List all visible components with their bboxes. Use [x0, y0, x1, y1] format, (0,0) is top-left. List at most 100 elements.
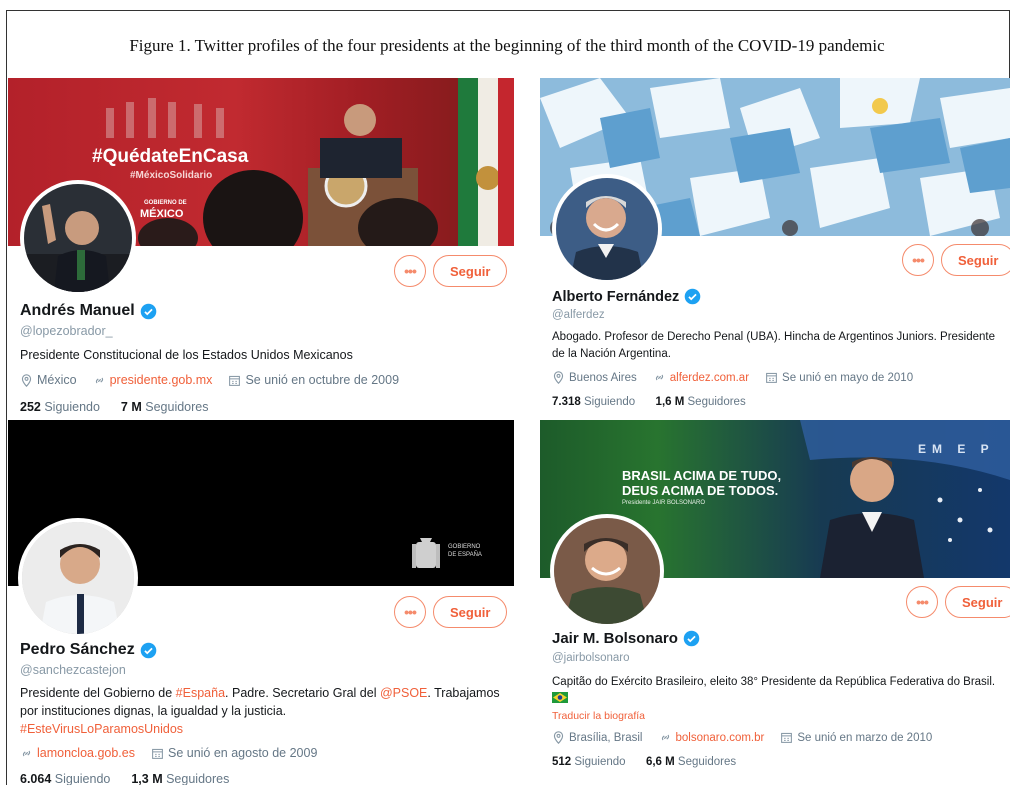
follow-button[interactable]: Seguir	[945, 586, 1010, 618]
followers-count: 1,6 M	[655, 396, 685, 408]
followers-link[interactable]: 6,6 M Seguidores	[646, 756, 736, 768]
following-label: Siguiendo	[583, 396, 636, 408]
following-link[interactable]: 7.318 Siguiendo	[552, 396, 635, 408]
verified-badge-icon	[140, 303, 156, 319]
website-link[interactable]: alferdez.com.ar	[670, 372, 749, 384]
bio-line-1: Abogado. Profesor de Derecho Penal (UBA)…	[552, 331, 996, 343]
calendar-icon	[229, 375, 241, 386]
profile-stats: 252 Siguiendo 7 M Seguidores	[20, 400, 209, 414]
handle: @jairbolsonaro	[552, 652, 630, 664]
location-icon	[553, 371, 564, 384]
avatar[interactable]	[20, 180, 136, 296]
location-icon	[553, 731, 564, 744]
profile-card-sanchezcastejon: GOBIERNO DE ESPAÑA ••• Seguir Pedro Sánc…	[8, 420, 514, 785]
handle: @sanchezcastejon	[20, 663, 126, 677]
translate-bio-link[interactable]: Traducir la biografía	[552, 710, 645, 722]
bio: Abogado. Profesor de Derecho Penal (UBA)…	[552, 329, 1010, 363]
hashtag-espana-link[interactable]: #España	[176, 686, 225, 700]
followers-link[interactable]: 7 M Seguidores	[121, 400, 209, 414]
link-icon	[22, 750, 31, 756]
avatar[interactable]	[550, 514, 664, 628]
website-link[interactable]: presidente.gob.mx	[110, 373, 213, 387]
banner-gov-small: GOBIERNO DE	[144, 200, 187, 206]
calendar-icon	[766, 372, 777, 383]
avatar[interactable]	[18, 518, 138, 638]
joined-date: Se unió en marzo de 2010	[797, 731, 933, 744]
verified-badge-icon	[683, 630, 700, 647]
banner-gov-line-2: DE ESPAÑA	[448, 552, 482, 558]
banner-slogan-line-2: DEUS ACIMA DE TODOS.	[622, 483, 779, 498]
following-label: Siguiendo	[574, 756, 626, 768]
verified-badge-icon	[140, 642, 156, 658]
followers-label: Seguidores	[166, 772, 230, 785]
following-count: 7.318	[552, 396, 581, 408]
avatar-photo	[556, 178, 658, 280]
link-icon	[655, 374, 663, 381]
mention-psoe-link[interactable]: @PSOE	[380, 686, 427, 700]
display-name: Jair M. Bolsonaro	[552, 630, 700, 647]
profile-stats: 7.318 Siguiendo 1,6 M Seguidores	[552, 396, 746, 408]
brazil-flag-icon	[552, 692, 568, 703]
profile-card-jairbolsonaro: BRASIL ACIMA DE TUDO, DEUS ACIMA DE TODO…	[540, 420, 1010, 785]
handle: @lopezobrador_	[20, 324, 113, 338]
bio-line-2: por instituciones dignas, la igualdad y …	[20, 704, 287, 718]
display-name-text: Andrés Manuel	[20, 302, 135, 319]
profile-meta: Brasília, Brasil bolsonaro.com.br Se uni…	[552, 731, 932, 744]
bio-text: Presidente del Gobierno de	[20, 686, 176, 700]
following-link[interactable]: 512 Siguiendo	[552, 756, 626, 768]
bio-line-1: Presidente del Gobierno de #España. Padr…	[20, 684, 504, 702]
link-icon	[661, 734, 669, 741]
following-count: 252	[20, 400, 41, 414]
joined-date: Se unió en octubre de 2009	[245, 373, 400, 387]
follow-button[interactable]: Seguir	[433, 596, 508, 628]
followers-label: Seguidores	[677, 756, 737, 768]
followers-label: Seguidores	[145, 400, 209, 414]
follow-button[interactable]: Seguir	[433, 255, 508, 287]
more-options-button[interactable]: •••	[394, 255, 426, 287]
avatar[interactable]	[552, 174, 662, 284]
following-link[interactable]: 252 Siguiendo	[20, 400, 100, 414]
display-name: Pedro Sánchez	[20, 641, 157, 659]
avatar-photo	[24, 184, 132, 292]
profile-stats: 6.064 Siguiendo 1,3 M Seguidores	[20, 772, 229, 785]
profile-meta: México presidente.gob.mx Se unió en octu…	[20, 373, 399, 387]
bio: Presidente del Gobierno de #España. Padr…	[20, 684, 504, 738]
more-options-button[interactable]: •••	[906, 586, 938, 618]
display-name: Andrés Manuel	[20, 302, 157, 320]
figure-caption: Figure 1. Twitter profiles of the four p…	[129, 36, 885, 55]
display-name-text: Jair M. Bolsonaro	[552, 630, 678, 647]
followers-count: 1,3 M	[131, 772, 163, 785]
website-link[interactable]: bolsonaro.com.br	[676, 732, 765, 744]
following-count: 512	[552, 756, 572, 768]
following-label: Siguiendo	[54, 772, 111, 785]
more-options-button[interactable]: •••	[394, 596, 426, 628]
location-text: México	[37, 373, 77, 387]
followers-link[interactable]: 1,3 M Seguidores	[131, 772, 229, 785]
following-link[interactable]: 6.064 Siguiendo	[20, 772, 110, 785]
banner-subtag: #MéxicoSolidario	[130, 170, 213, 181]
banner-hashtag: #QuédateEnCasa	[92, 146, 249, 167]
profile-card-alferdez: ••• Seguir Alberto Fernández @alferdez A…	[540, 78, 1010, 420]
coat-of-arms-icon	[412, 538, 440, 568]
verified-badge-icon	[685, 288, 701, 305]
banner-gov-line-1: GOBIERNO	[448, 544, 481, 550]
display-name: Alberto Fernández	[552, 288, 701, 305]
bio-text: . Trabajamos	[427, 686, 500, 700]
bio-text: . Padre. Secretario Gral del	[225, 686, 380, 700]
follow-button[interactable]: Seguir	[941, 244, 1010, 276]
bio: Capitão do Exército Brasileiro, eleito 3…	[552, 676, 996, 688]
hashtag-campaign-link[interactable]: #EsteVirusLoParamosUnidos	[20, 720, 504, 738]
followers-link[interactable]: 1,6 M Seguidores	[656, 396, 746, 408]
website-link[interactable]: lamoncloa.gob.es	[37, 746, 135, 760]
profile-meta: lamoncloa.gob.es Se unió en agosto de 20…	[20, 746, 317, 760]
followers-count: 6,6 M	[645, 756, 675, 768]
display-name-text: Pedro Sánchez	[20, 641, 135, 658]
more-options-button[interactable]: •••	[902, 244, 934, 276]
calendar-icon	[152, 748, 163, 759]
followers-label: Seguidores	[687, 396, 746, 408]
joined-date: Se unió en mayo de 2010	[782, 371, 914, 384]
banner-flag-text: EM E P	[918, 442, 995, 456]
avatar-photo	[554, 518, 660, 624]
banner-slogan-line-1: BRASIL ACIMA DE TUDO,	[622, 468, 782, 483]
display-name-text: Alberto Fernández	[552, 288, 680, 305]
